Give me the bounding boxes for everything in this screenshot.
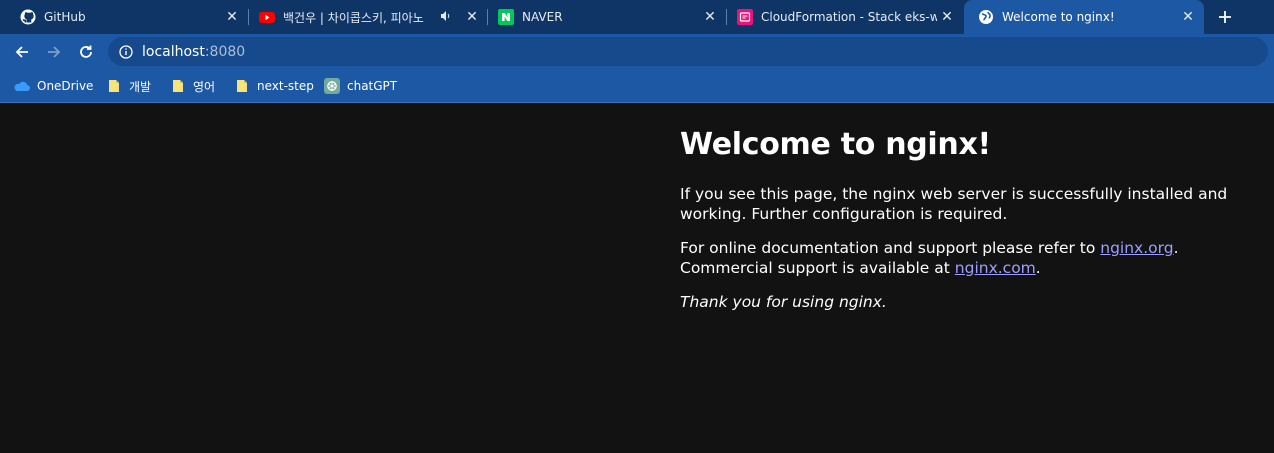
url-port: :8080 [204, 43, 246, 60]
support-period: . [1035, 258, 1041, 277]
close-icon[interactable]: ✕ [462, 7, 482, 27]
speaker-icon[interactable] [440, 10, 456, 25]
github-icon [20, 9, 36, 25]
tab-title: GitHub [44, 10, 86, 24]
chatgpt-icon [324, 78, 340, 94]
tab-nginx[interactable]: Welcome to nginx! ✕ [964, 0, 1204, 34]
onedrive-icon [14, 78, 30, 94]
bookmark-label: chatGPT [347, 79, 398, 93]
folder-icon [234, 78, 250, 94]
new-tab-button[interactable] [1212, 5, 1238, 29]
bookmark-label: OneDrive [37, 79, 94, 93]
tab-strip: GitHub ✕ 백건우 | 차이콥스키, 피아노 ✕ NAVER ✕ Clou… [0, 0, 1274, 34]
browser-toolbar: localhost:8080 [0, 34, 1274, 70]
url-text: localhost:8080 [142, 44, 245, 60]
docs-period: . [1173, 239, 1179, 257]
tab-title: CloudFormation - Stack eks-wor [761, 10, 937, 24]
plus-icon [1219, 11, 1231, 23]
globe-icon [978, 9, 994, 25]
tab-title: Welcome to nginx! [1002, 10, 1115, 24]
page-viewport: Welcome to nginx! If you see this page, … [0, 103, 1274, 453]
docs-paragraph: For online documentation and support ple… [680, 239, 1240, 278]
tab-github[interactable]: GitHub ✕ [0, 0, 248, 34]
reload-icon [80, 45, 92, 58]
close-icon[interactable]: ✕ [1178, 7, 1198, 27]
bookmarks-bar: OneDrive 개발 영어 next-step chatGPT [0, 70, 1274, 103]
support-text: Commercial support is available at [680, 258, 955, 277]
back-button[interactable] [10, 40, 34, 64]
arrow-left-icon [15, 46, 28, 58]
reload-button[interactable] [74, 40, 98, 64]
naver-icon [498, 9, 514, 25]
nginx-com-link[interactable]: nginx.com [955, 259, 1036, 277]
bookmark-chatgpt[interactable]: chatGPT [324, 76, 397, 96]
close-icon[interactable]: ✕ [700, 7, 720, 27]
bookmark-label: 개발 [129, 79, 152, 94]
nginx-welcome: Welcome to nginx! If you see this page, … [680, 103, 1240, 311]
page-heading: Welcome to nginx! [680, 127, 991, 162]
folder-icon [170, 78, 186, 94]
bookmark-label: 영어 [193, 79, 216, 94]
intro-paragraph: If you see this page, the nginx web serv… [680, 185, 1228, 223]
tab-title: 백건우 | 차이콥스키, 피아노 [283, 10, 424, 25]
close-icon[interactable]: ✕ [222, 7, 242, 27]
tab-title: NAVER [522, 10, 563, 24]
bookmark-folder-dev[interactable]: 개발 [106, 76, 151, 96]
folder-icon [106, 78, 122, 94]
close-icon[interactable]: ✕ [937, 7, 957, 27]
address-bar[interactable]: localhost:8080 [108, 37, 1268, 66]
tab-youtube[interactable]: 백건우 | 차이콥스키, 피아노 ✕ [248, 0, 488, 34]
forward-button[interactable] [42, 40, 66, 64]
tab-naver[interactable]: NAVER ✕ [488, 0, 726, 34]
docs-text: For online documentation and support ple… [680, 239, 1101, 257]
nginx-org-link[interactable]: nginx.org [1100, 239, 1173, 257]
thanks-paragraph: Thank you for using nginx. [680, 293, 887, 311]
bookmark-folder-next-step[interactable]: next-step [234, 76, 314, 96]
youtube-icon [259, 9, 275, 25]
cloudformation-icon [737, 9, 753, 25]
arrow-right-icon [48, 46, 61, 58]
bookmark-folder-english[interactable]: 영어 [170, 76, 215, 96]
info-icon[interactable] [118, 44, 134, 60]
bookmark-label: next-step [257, 79, 314, 93]
url-host: localhost [142, 43, 205, 60]
bookmark-onedrive[interactable]: OneDrive [14, 76, 93, 96]
tab-cloudformation[interactable]: CloudFormation - Stack eks-wor ✕ [727, 0, 963, 34]
